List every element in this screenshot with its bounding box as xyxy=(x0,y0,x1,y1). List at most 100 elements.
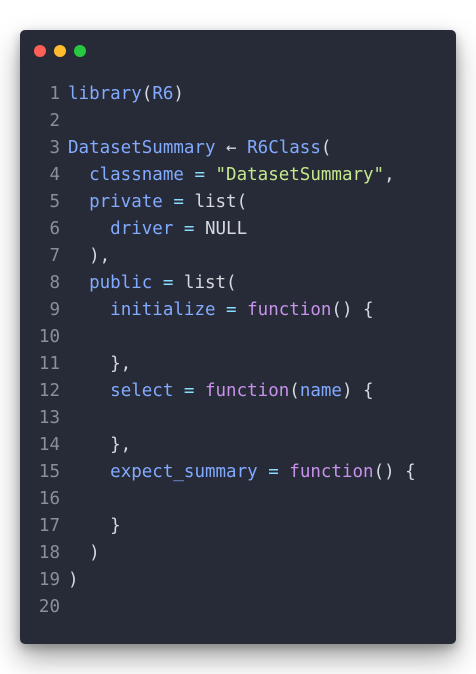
code-line: 10 xyxy=(20,324,456,351)
code-text: classname = "DatasetSummary", xyxy=(68,162,395,189)
line-number: 11 xyxy=(38,354,60,374)
line-number: 3 xyxy=(49,138,60,158)
code-token: = xyxy=(215,300,248,320)
code-line: 16 xyxy=(20,486,456,513)
code-line: 18 ) xyxy=(20,540,456,567)
line-number: 10 xyxy=(38,327,60,347)
maximize-dot[interactable] xyxy=(74,45,86,57)
line-number: 8 xyxy=(49,273,60,293)
code-line: 17 } xyxy=(20,513,456,540)
code-token: = xyxy=(173,381,205,401)
code-token: () { xyxy=(331,300,374,320)
code-token: library xyxy=(68,84,142,104)
code-token: select xyxy=(110,381,174,401)
line-number: 18 xyxy=(38,543,60,563)
line-number: 4 xyxy=(49,165,60,185)
code-line: 11 }, xyxy=(20,351,456,378)
minimize-dot[interactable] xyxy=(54,45,66,57)
code-text: ) xyxy=(68,567,79,594)
code-token: }, xyxy=(68,354,132,374)
code-text: }, xyxy=(68,432,131,459)
line-number: 12 xyxy=(38,381,60,401)
code-text: ) xyxy=(68,540,100,567)
code-line: 15 expect_summary = function() { xyxy=(20,459,456,486)
code-token: = xyxy=(173,219,205,239)
code-token: = xyxy=(257,462,290,482)
code-token: }, xyxy=(68,435,132,455)
code-token: NULL xyxy=(204,219,248,239)
line-number: 19 xyxy=(38,570,60,590)
code-line: 5 private = list( xyxy=(20,189,456,216)
code-text: select = function(name) { xyxy=(68,378,374,405)
code-line: 9 initialize = function() { xyxy=(20,297,456,324)
code-line: 6 driver = NULL xyxy=(20,216,456,243)
line-number: 1 xyxy=(49,84,60,104)
code-text: driver = NULL xyxy=(68,216,247,243)
code-token: list( xyxy=(183,273,237,293)
code-token: ) xyxy=(68,570,79,590)
code-token: public xyxy=(89,273,153,293)
code-token: } xyxy=(68,516,121,536)
line-number: 2 xyxy=(49,111,60,131)
code-token: driver xyxy=(110,219,174,239)
code-token: classname xyxy=(89,165,184,185)
code-text: }, xyxy=(68,351,131,378)
code-line: 12 select = function(name) { xyxy=(20,378,456,405)
code-token: ( xyxy=(289,381,300,401)
code-token: list( xyxy=(194,192,248,212)
code-token: ← xyxy=(215,138,248,158)
code-token: = xyxy=(152,273,184,293)
code-token: = xyxy=(183,165,216,185)
code-token: ( xyxy=(141,84,153,104)
code-token: ( xyxy=(320,138,332,158)
code-line: 1 library(R6) xyxy=(20,81,456,108)
line-number: 7 xyxy=(49,246,60,266)
window-controls xyxy=(34,45,86,57)
code-text: library(R6) xyxy=(68,81,184,108)
code-token: ) { xyxy=(341,381,374,401)
line-number: 16 xyxy=(38,489,60,509)
code-token: private xyxy=(89,192,163,212)
code-token: initialize xyxy=(110,300,216,320)
code-text: initialize = function() { xyxy=(68,297,374,324)
code-line: 19) xyxy=(20,567,456,594)
code-token: ) xyxy=(173,84,184,104)
line-number: 14 xyxy=(38,435,60,455)
code-token: R6Class xyxy=(247,138,321,158)
close-dot[interactable] xyxy=(34,45,46,57)
code-token: name xyxy=(299,381,342,401)
code-line: 8 public = list( xyxy=(20,270,456,297)
code-block: 1 library(R6) 2 3 DatasetSummary ← R6Class(4… xyxy=(20,81,456,621)
code-token: ) xyxy=(68,543,100,563)
code-line: 7 ), xyxy=(20,243,456,270)
code-window: 1 library(R6) 2 3 DatasetSummary ← R6Class(4… xyxy=(20,30,456,644)
code-line: 4 classname = "DatasetSummary", xyxy=(20,162,456,189)
line-number: 9 xyxy=(49,300,60,320)
code-token: DatasetSummary xyxy=(68,138,216,158)
code-token: R6 xyxy=(152,84,174,104)
code-text: } xyxy=(68,513,121,540)
line-number: 5 xyxy=(49,192,60,212)
code-line: 3 DatasetSummary ← R6Class( xyxy=(20,135,456,162)
code-token: () { xyxy=(373,462,416,482)
code-text: expect_summary = function() { xyxy=(68,459,416,486)
code-token: function xyxy=(289,462,374,482)
code-line: 14 }, xyxy=(20,432,456,459)
code-text: public = list( xyxy=(68,270,237,297)
code-line: 2 xyxy=(20,108,456,135)
code-line: 13 xyxy=(20,405,456,432)
code-text: ), xyxy=(68,243,110,270)
code-token: function xyxy=(204,381,290,401)
code-text: private = list( xyxy=(68,189,247,216)
code-token: , xyxy=(384,165,395,185)
code-token: expect_summary xyxy=(110,462,258,482)
code-token: ), xyxy=(68,246,111,266)
code-line: 20 xyxy=(20,594,456,621)
